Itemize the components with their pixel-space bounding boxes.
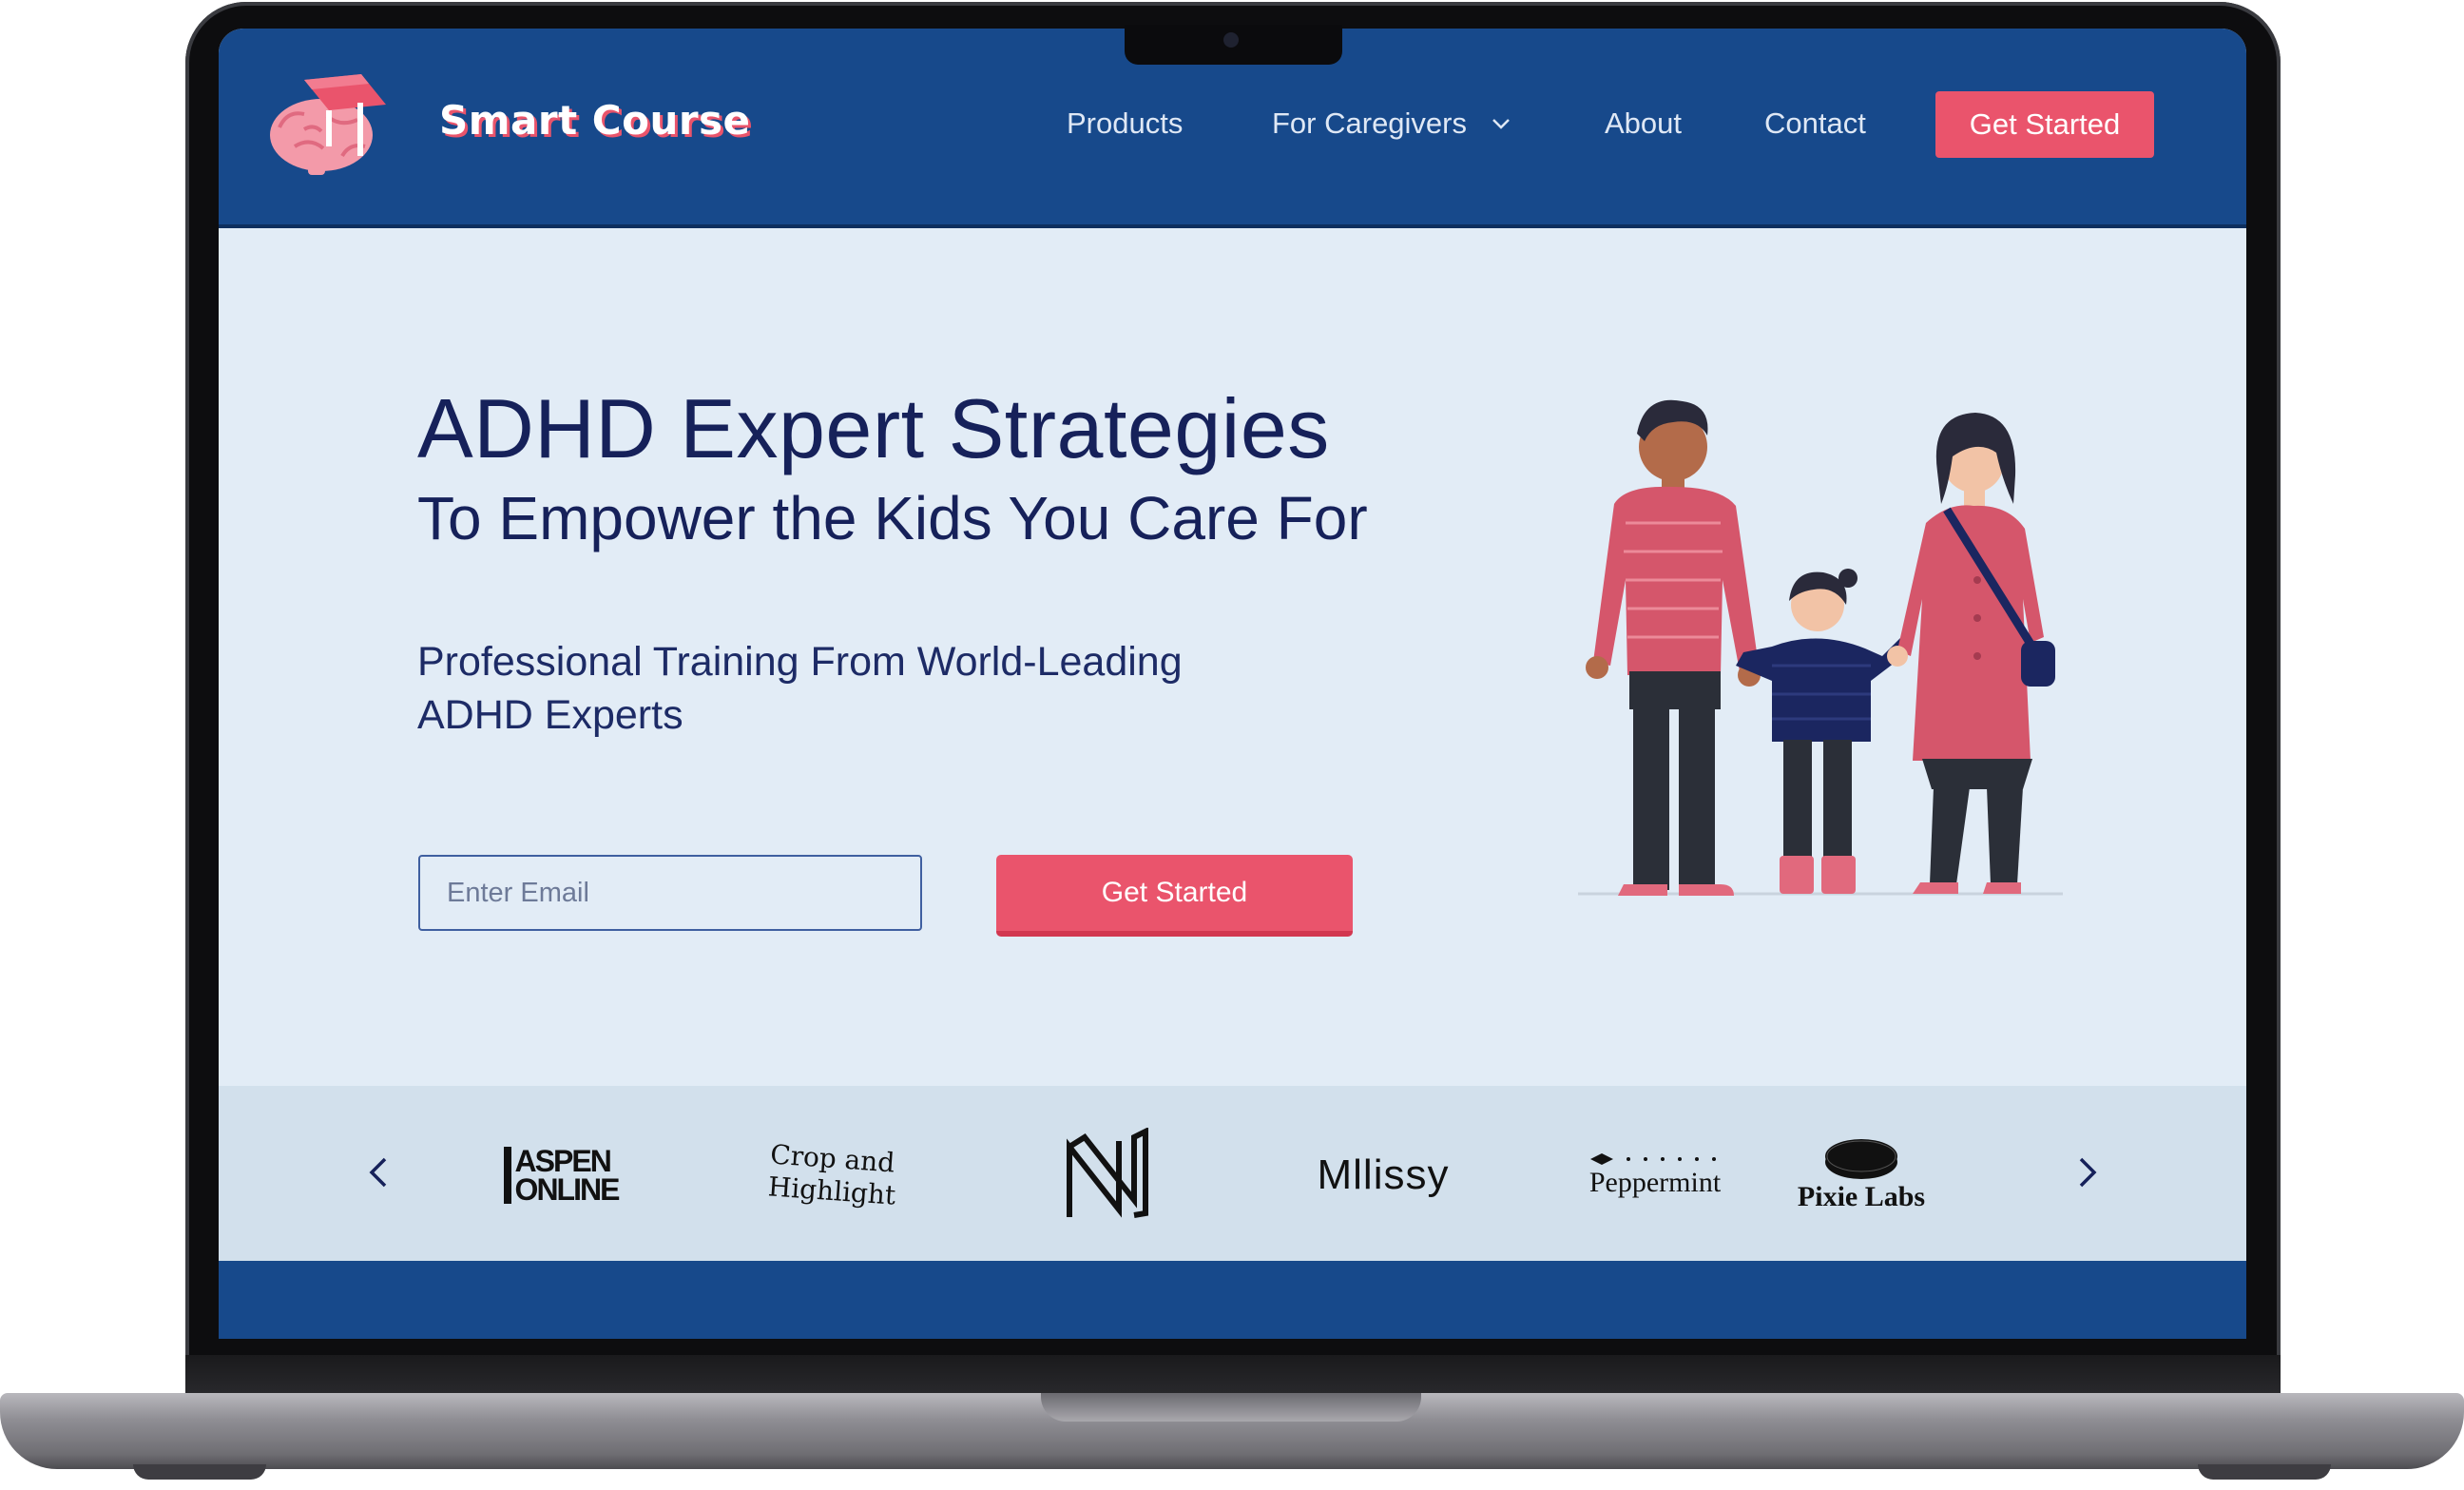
partner-logo-mllissy: Mllissy [1312, 1109, 1454, 1242]
partner-pixie-labs-text: Pixie Labs [1797, 1181, 1926, 1212]
peppermint-dots-icon [1590, 1153, 1716, 1165]
partner-logo-crop-and-highlight: Crop and Highlight [766, 1109, 899, 1242]
hero-description-line1: Professional Training From World-Leading [417, 639, 1183, 685]
camera-icon [1223, 32, 1239, 48]
footer-band [219, 1261, 2246, 1339]
father-figure [1586, 399, 1761, 896]
nav-link-about[interactable]: About [1605, 106, 1682, 141]
partner-logo-carousel: ASPEN ONLINE Crop and Highlight Mllissy [219, 1086, 2246, 1261]
brain-graduation-cap-icon[interactable] [266, 70, 390, 177]
laptop-foot-right [2198, 1464, 2331, 1480]
laptop-foot-left [133, 1464, 266, 1480]
partner-logo-aspen-online: ASPEN ONLINE [494, 1109, 627, 1242]
pixie-labs-disc-icon [1825, 1139, 1897, 1179]
aspen-logo-bar [503, 1147, 511, 1204]
hero-subtitle: To Empower the Kids You Care For [417, 484, 1368, 552]
partner-peppermint-text: Peppermint [1588, 1167, 1722, 1198]
nav-link-products[interactable]: Products [1067, 106, 1183, 141]
partner-aspen-line2: ONLINE [514, 1172, 621, 1207]
nav-get-started-button[interactable]: Get Started [1935, 91, 2154, 158]
chevron-left-icon [369, 1157, 387, 1188]
hero-description: Professional Training From World-Leading… [417, 635, 1273, 742]
brand-name[interactable]: Smart Course [439, 97, 751, 144]
email-input[interactable] [418, 855, 922, 931]
family-illustration [1578, 399, 2063, 896]
partner-logo-n [1055, 1109, 1160, 1242]
nav-link-for-caregivers[interactable]: For Caregivers [1272, 106, 1467, 141]
carousel-prev-button[interactable] [350, 1139, 407, 1206]
partner-logo-pixie-labs: Pixie Labs [1785, 1109, 1937, 1242]
hero-title: ADHD Expert Strategies [417, 381, 1330, 475]
child-figure [1736, 569, 1911, 894]
nav-link-contact[interactable]: Contact [1764, 106, 1866, 141]
carousel-next-button[interactable] [2059, 1139, 2116, 1206]
chevron-down-icon[interactable] [1490, 112, 1512, 135]
laptop-opening-notch [1041, 1393, 1421, 1422]
n-monogram-logo [1067, 1128, 1148, 1218]
hero-get-started-button[interactable]: Get Started [996, 855, 1353, 937]
partner-logo-peppermint: Peppermint [1584, 1109, 1726, 1242]
website-screen: Smart Course Products For Caregivers Abo… [219, 29, 2246, 1339]
chevron-right-icon [2079, 1157, 2097, 1188]
partner-aspen-line1: ASPEN [514, 1144, 612, 1178]
partner-mllissy-text: Mllissy [1317, 1151, 1450, 1198]
mother-figure [1887, 413, 2055, 894]
hero-description-line2: ADHD Experts [417, 692, 683, 738]
